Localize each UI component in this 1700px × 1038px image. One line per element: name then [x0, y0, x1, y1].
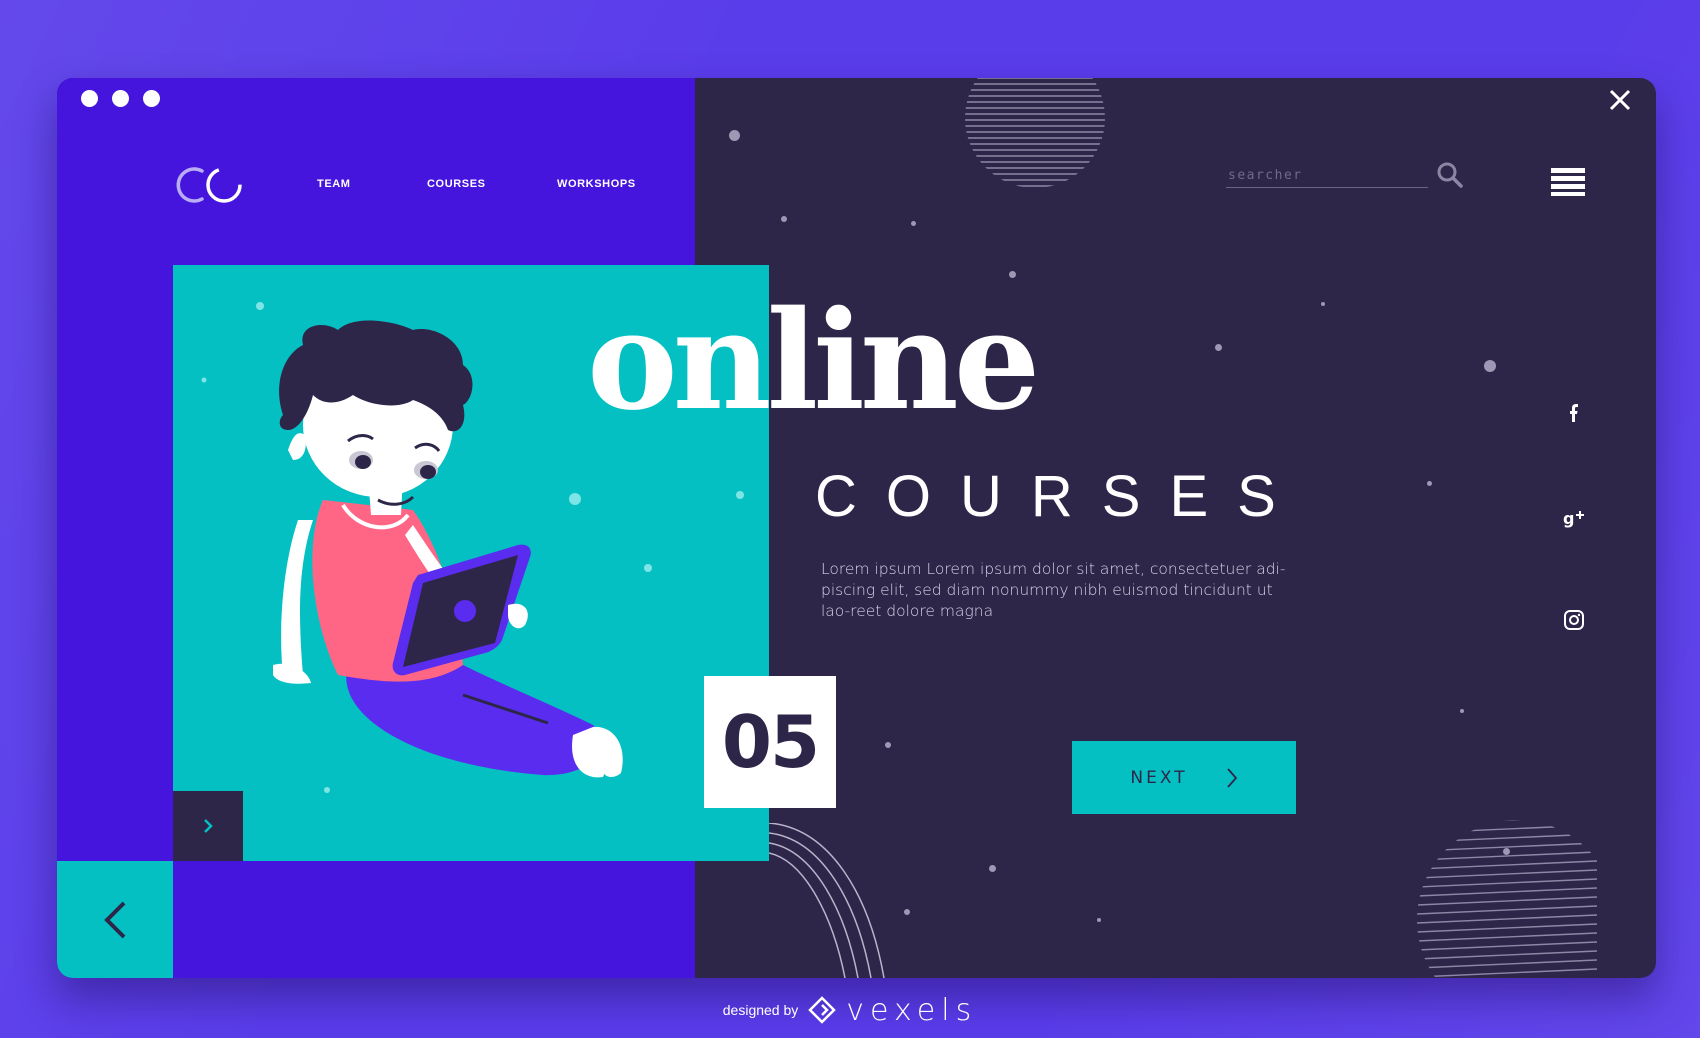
- decor-dot: [989, 865, 996, 872]
- decor-dot: [911, 221, 916, 226]
- hamburger-menu-icon[interactable]: [1551, 168, 1585, 196]
- decor-dot: [1460, 709, 1464, 713]
- decor-dot: [1009, 271, 1016, 278]
- window-dot[interactable]: [143, 90, 160, 107]
- striped-circle-decoration: [965, 78, 1105, 187]
- decor-dot: [904, 909, 910, 915]
- decor-dot: [781, 216, 787, 222]
- decor-dot: [1215, 344, 1222, 351]
- vexels-logo-icon: [808, 996, 837, 1024]
- window-controls: [81, 90, 160, 107]
- designed-by-text: designed by: [722, 1002, 799, 1018]
- next-button-label: NEXT: [1130, 767, 1188, 788]
- nav-item-team[interactable]: TEAM: [317, 178, 351, 190]
- decor-dot: [1097, 918, 1101, 922]
- decor-dot: [729, 130, 740, 141]
- google-plus-icon[interactable]: g: [1562, 506, 1586, 530]
- prev-slide-button[interactable]: [57, 861, 173, 978]
- hero-headline: online: [587, 281, 1040, 441]
- arc-lines-decoration: [769, 823, 885, 978]
- svg-text:g: g: [1563, 509, 1574, 528]
- vexels-brand-text[interactable]: vexels: [846, 993, 977, 1028]
- nav-item-courses[interactable]: COURSES: [427, 178, 486, 190]
- hero-body-text: Lorem ipsum Lorem ipsum dolor sit amet, …: [821, 560, 1286, 620]
- chevron-right-icon: [204, 819, 213, 833]
- instagram-icon[interactable]: [1562, 608, 1586, 632]
- chevron-right-icon: [1226, 767, 1237, 788]
- browser-window: TEAM COURSES WORKSHOPS online COURSES Lo…: [57, 78, 1656, 978]
- facebook-icon[interactable]: [1562, 400, 1586, 424]
- illustration-next-button[interactable]: [173, 791, 243, 861]
- search-icon[interactable]: [1437, 162, 1463, 188]
- decor-dot: [1427, 481, 1432, 486]
- slide-number-box: 05: [704, 676, 836, 808]
- nav-item-workshops[interactable]: WORKSHOPS: [557, 178, 636, 190]
- slide-number: 05: [721, 700, 820, 784]
- decor-dot: [1484, 360, 1496, 372]
- chevron-left-icon: [104, 901, 126, 938]
- search-input[interactable]: [1226, 164, 1428, 188]
- window-dot[interactable]: [112, 90, 129, 107]
- close-icon[interactable]: [1606, 86, 1634, 114]
- striped-circle-decoration: [1417, 820, 1597, 978]
- decor-dot: [885, 742, 891, 748]
- window-dot[interactable]: [81, 90, 98, 107]
- footer-credit: designed by vexels: [0, 988, 1700, 1032]
- logo-icon[interactable]: [172, 163, 246, 207]
- next-button[interactable]: NEXT: [1072, 741, 1296, 814]
- decor-dot: [1321, 302, 1325, 306]
- hero-subhead: COURSES: [815, 464, 1305, 529]
